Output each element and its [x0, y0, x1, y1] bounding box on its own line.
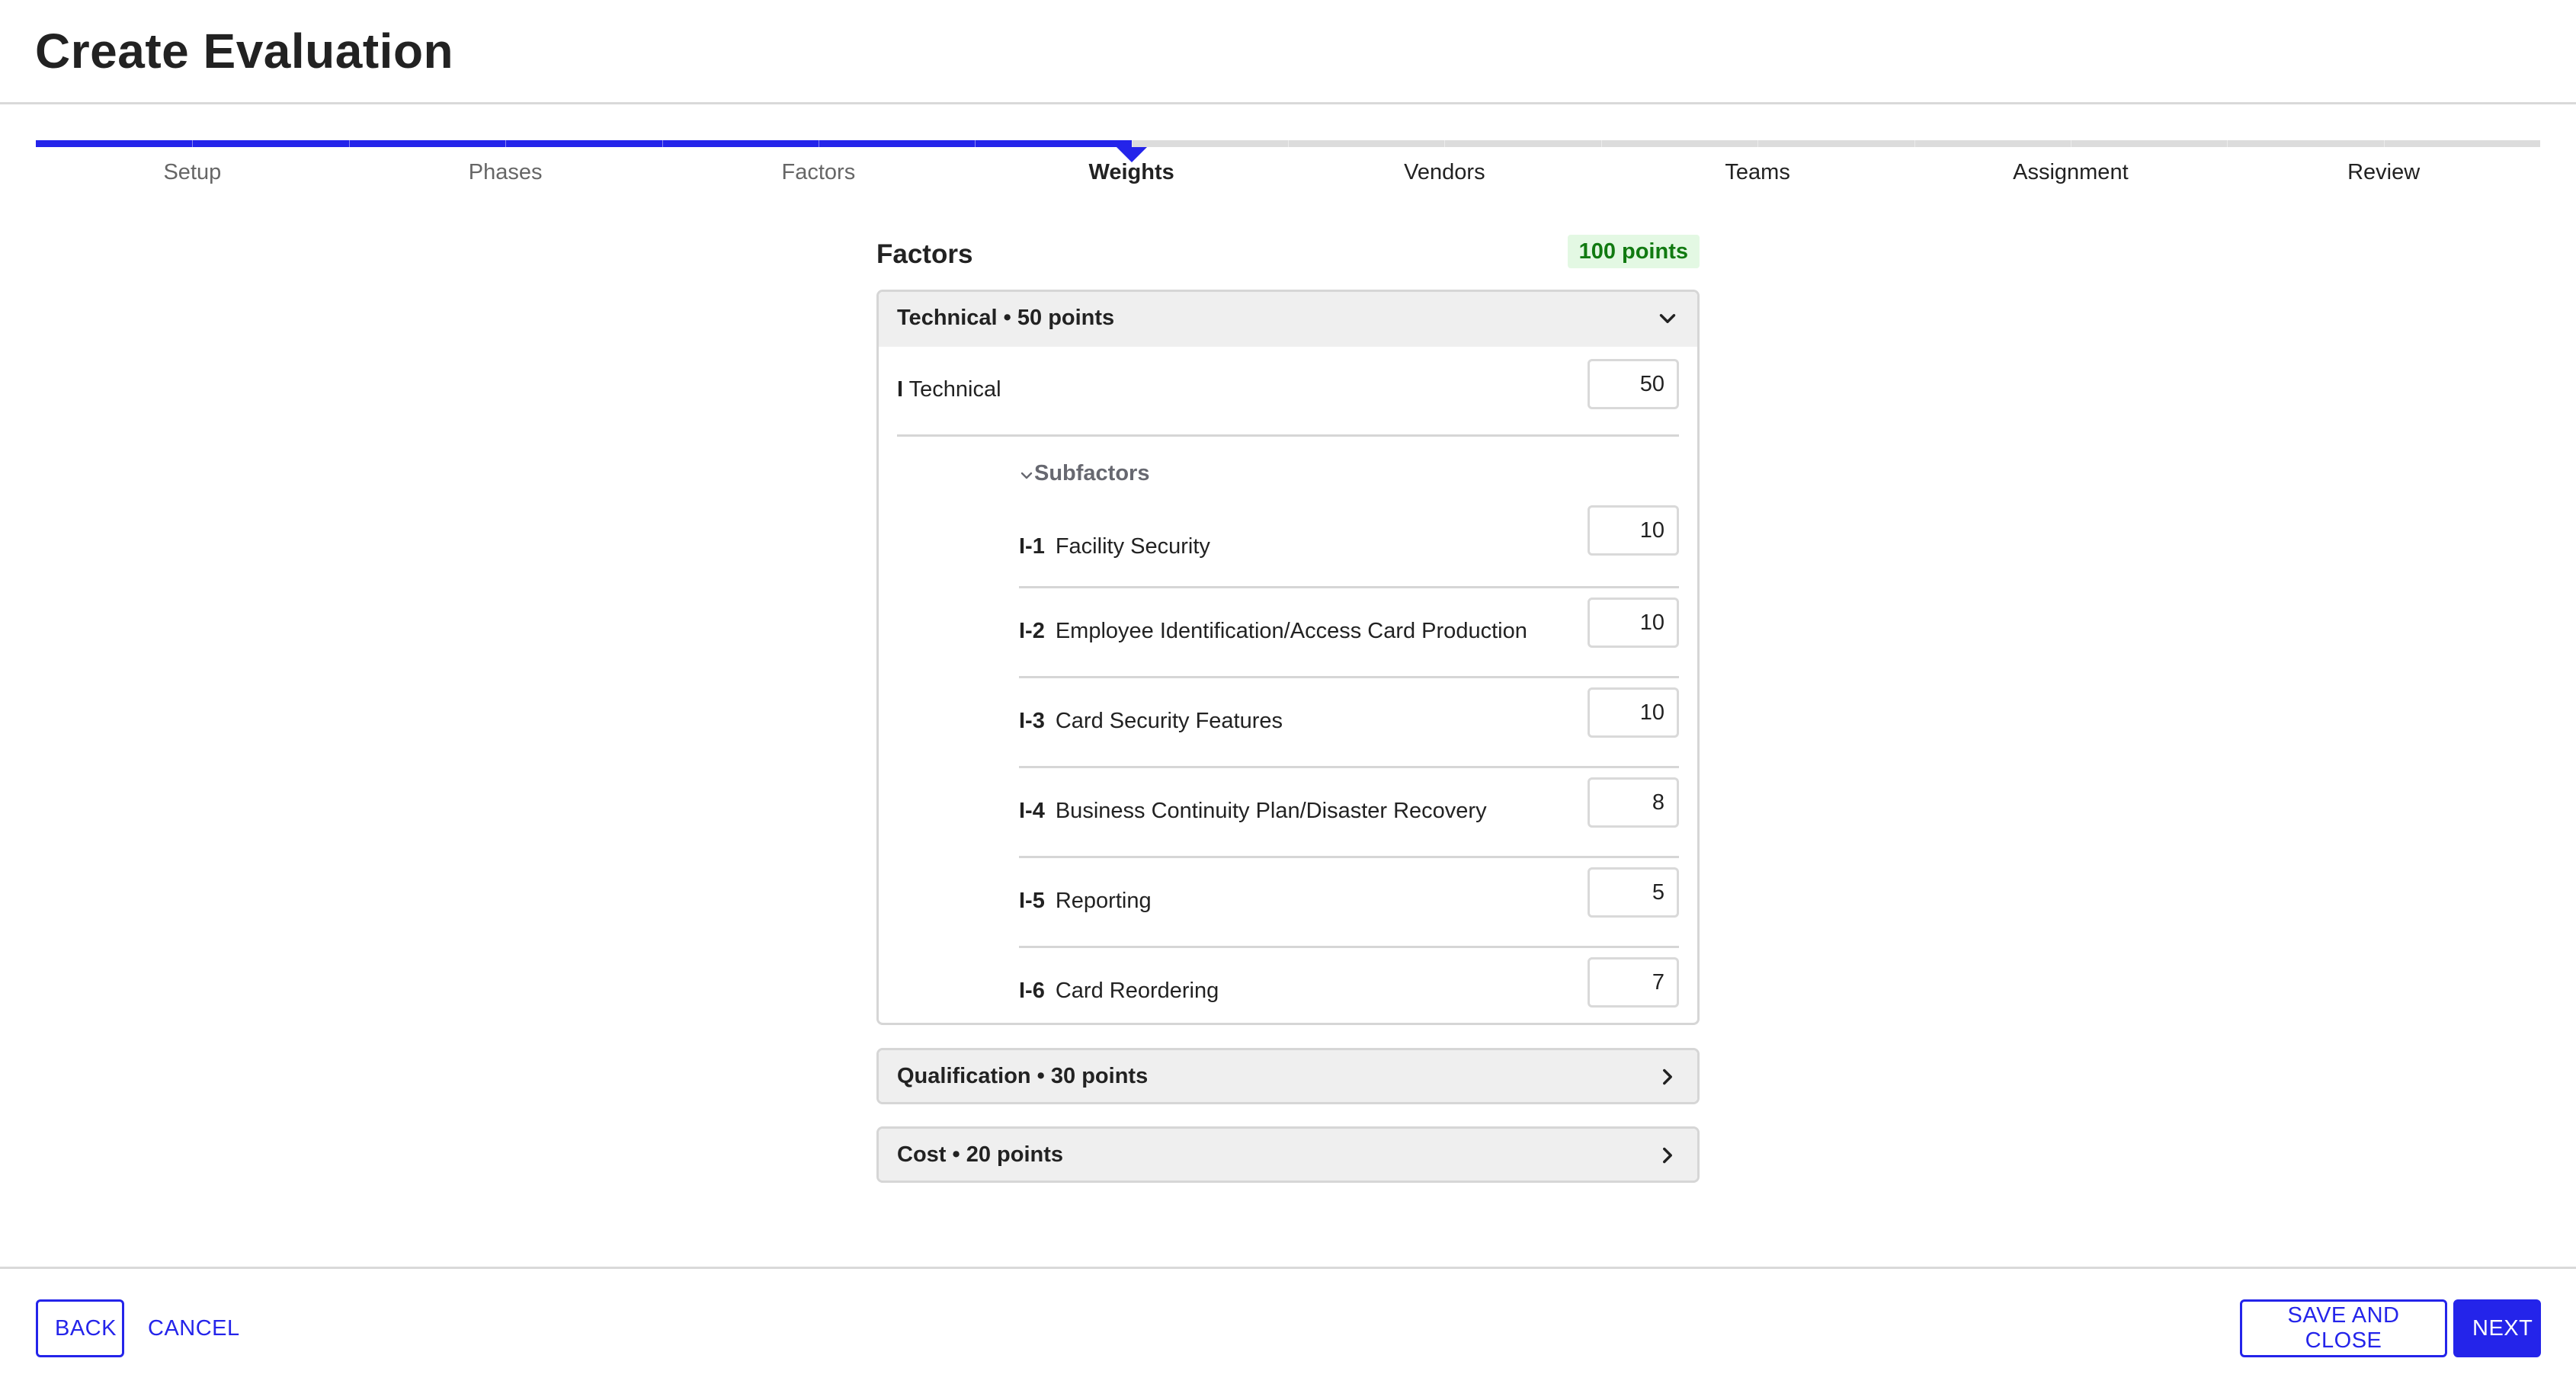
stepper-segment-divider [505, 140, 507, 147]
subfactor-row: I-1 Facility Security [1019, 502, 1679, 588]
factor-label: I Technical [897, 377, 1001, 402]
total-points-badge: 100 points [1567, 235, 1700, 268]
subfactor-code: I-4 [1019, 799, 1045, 823]
wizard-footer: BACK CANCEL SAVE AND CLOSE NEXT [0, 1267, 2576, 1384]
subfactor-name: Facility Security [1055, 534, 1210, 559]
accordion-title: Qualification • 30 points [897, 1064, 1149, 1088]
step-weights[interactable]: Weights [975, 160, 1288, 185]
back-button[interactable]: BACK [36, 1299, 124, 1357]
subfactor-weight-input[interactable] [1588, 505, 1679, 556]
stepper-segment-divider [662, 140, 663, 147]
page-title: Create Evaluation [35, 24, 454, 78]
subfactor-name: Card Security Features [1055, 709, 1283, 733]
subfactor-weight-input[interactable] [1588, 687, 1679, 738]
page-header: Create Evaluation [0, 0, 2576, 104]
stepper-segment-divider [1914, 140, 1915, 147]
subfactor-code: I-5 [1019, 889, 1045, 913]
chevron-down-icon [1020, 472, 1033, 479]
factor-row-technical: I Technical [897, 347, 1679, 437]
accordion-title: Technical • 50 points [897, 306, 1115, 330]
step-teams[interactable]: Teams [1601, 160, 1914, 185]
step-review[interactable]: Review [2227, 160, 2540, 185]
accordion-technical-header[interactable]: Technical • 50 points [879, 292, 1697, 347]
subfactors-label: Subfactors [1034, 461, 1150, 485]
stepper-segment-divider [1288, 140, 1289, 147]
step-vendors[interactable]: Vendors [1288, 160, 1601, 185]
stepper-segment-divider [975, 140, 976, 147]
stepper-segment-divider [192, 140, 194, 147]
stepper-progress-fill [36, 140, 1132, 147]
subfactor-row: I-3 Card Security Features [1019, 678, 1679, 768]
subfactor-code: I-1 [1019, 534, 1045, 559]
stepper-segment-divider [1757, 140, 1759, 147]
accordion-cost[interactable]: Cost • 20 points [876, 1126, 1700, 1183]
subfactor-weight-input[interactable] [1588, 777, 1679, 828]
stepper-segment-divider [2227, 140, 2228, 147]
subfactor-row: I-5 Reporting [1019, 858, 1679, 948]
subfactor-name: Business Continuity Plan/Disaster Recove… [1055, 799, 1487, 823]
subfactors-toggle[interactable]: Subfactors [1019, 437, 1679, 502]
subfactor-code: I-2 [1019, 619, 1045, 643]
subfactor-code: I-3 [1019, 709, 1045, 733]
step-assignment[interactable]: Assignment [1914, 160, 2228, 185]
chevron-right-icon [1663, 1068, 1672, 1085]
wizard-stepper: Setup Phases Factors Weights Vendors Tea… [36, 140, 2540, 201]
accordion-title: Cost • 20 points [897, 1142, 1064, 1167]
stepper-segment-divider [1600, 140, 1602, 147]
step-factors[interactable]: Factors [662, 160, 976, 185]
subfactor-row: I-4 Business Continuity Plan/Disaster Rec… [1019, 768, 1679, 858]
cancel-button[interactable]: CANCEL [131, 1299, 257, 1357]
panel-header: Factors 100 points [876, 229, 1700, 290]
step-setup[interactable]: Setup [36, 160, 349, 185]
save-and-close-button[interactable]: SAVE AND CLOSE [2240, 1299, 2447, 1357]
factor-name: Technical [908, 377, 1001, 402]
subfactor-weight-input[interactable] [1588, 867, 1679, 918]
panel-title: Factors [876, 239, 973, 269]
factor-code: I [897, 377, 904, 402]
subfactor-name: Card Reordering [1055, 979, 1219, 1003]
subfactor-name: Reporting [1055, 889, 1152, 913]
accordion-qualification-header[interactable]: Qualification • 30 points [879, 1050, 1697, 1102]
stepper-segment-divider [1131, 140, 1133, 147]
stepper-segment-divider [348, 140, 350, 147]
chevron-right-icon [1663, 1147, 1672, 1164]
subfactor-weight-input[interactable] [1588, 957, 1679, 1008]
accordion-technical: Technical • 50 points I Technical Subfac… [876, 290, 1700, 1025]
subfactor-row: I-2 Employee Identification/Access Card P… [1019, 588, 1679, 678]
factor-weight-input[interactable] [1588, 359, 1679, 409]
subfactor-code: I-6 [1019, 979, 1045, 1003]
chevron-down-icon [1659, 314, 1676, 323]
step-phases[interactable]: Phases [349, 160, 662, 185]
stepper-segment-divider [1444, 140, 1446, 147]
subfactor-name: Employee Identification/Access Card Prod… [1055, 619, 1527, 643]
accordion-qualification[interactable]: Qualification • 30 points [876, 1048, 1700, 1104]
next-button[interactable]: NEXT [2453, 1299, 2541, 1357]
subfactor-weight-input[interactable] [1588, 597, 1679, 648]
subfactors-list: Subfactors I-1 Facility Security I-2 Emplo… [1019, 437, 1679, 1023]
stepper-segment-divider [2383, 140, 2385, 147]
accordion-cost-header[interactable]: Cost • 20 points [879, 1129, 1697, 1181]
factors-weights-panel: Factors 100 points Technical • 50 points… [876, 229, 1700, 1183]
subfactor-row: I-6 Card Reordering [1019, 948, 1679, 1023]
